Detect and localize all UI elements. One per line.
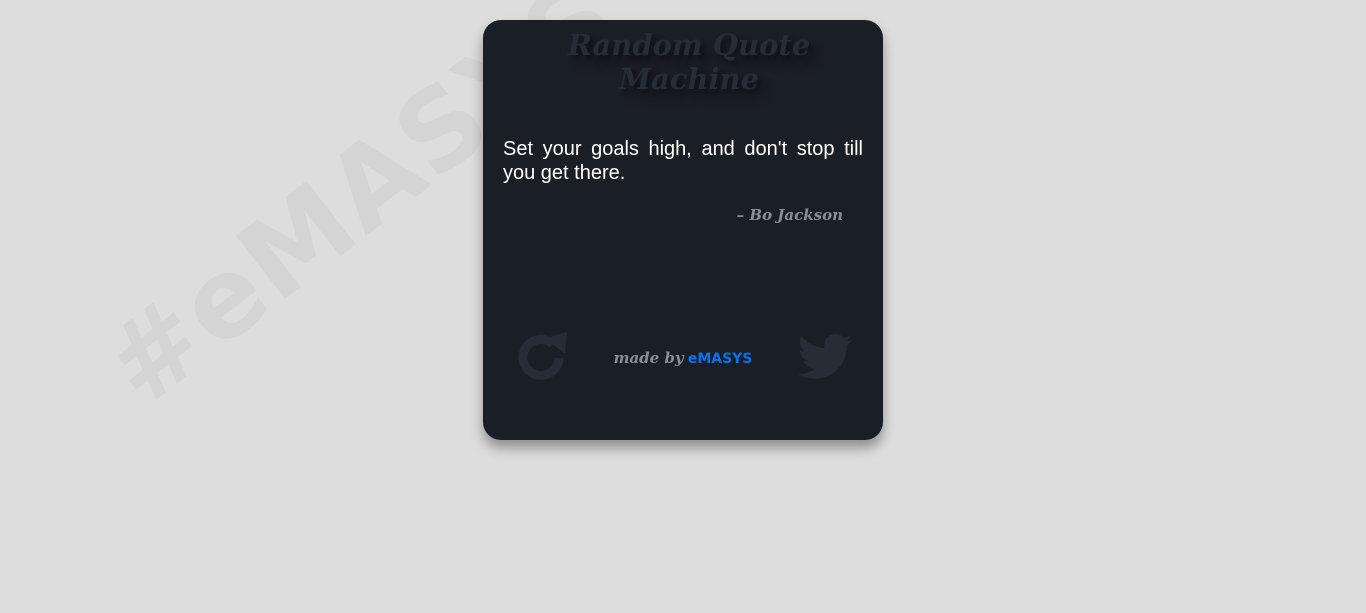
credit-prefix: made by — [613, 349, 684, 367]
twitter-icon[interactable] — [795, 328, 855, 388]
app-title: Random Quote Machine — [567, 28, 811, 96]
quote-text: Set your goals high, and don't stop till… — [503, 138, 863, 184]
quote-card: Random Quote Machine Set your goals high… — [483, 20, 883, 440]
quote-author: – Bo Jackson — [736, 206, 843, 224]
emasys-link[interactable]: eMASYS — [688, 351, 753, 367]
